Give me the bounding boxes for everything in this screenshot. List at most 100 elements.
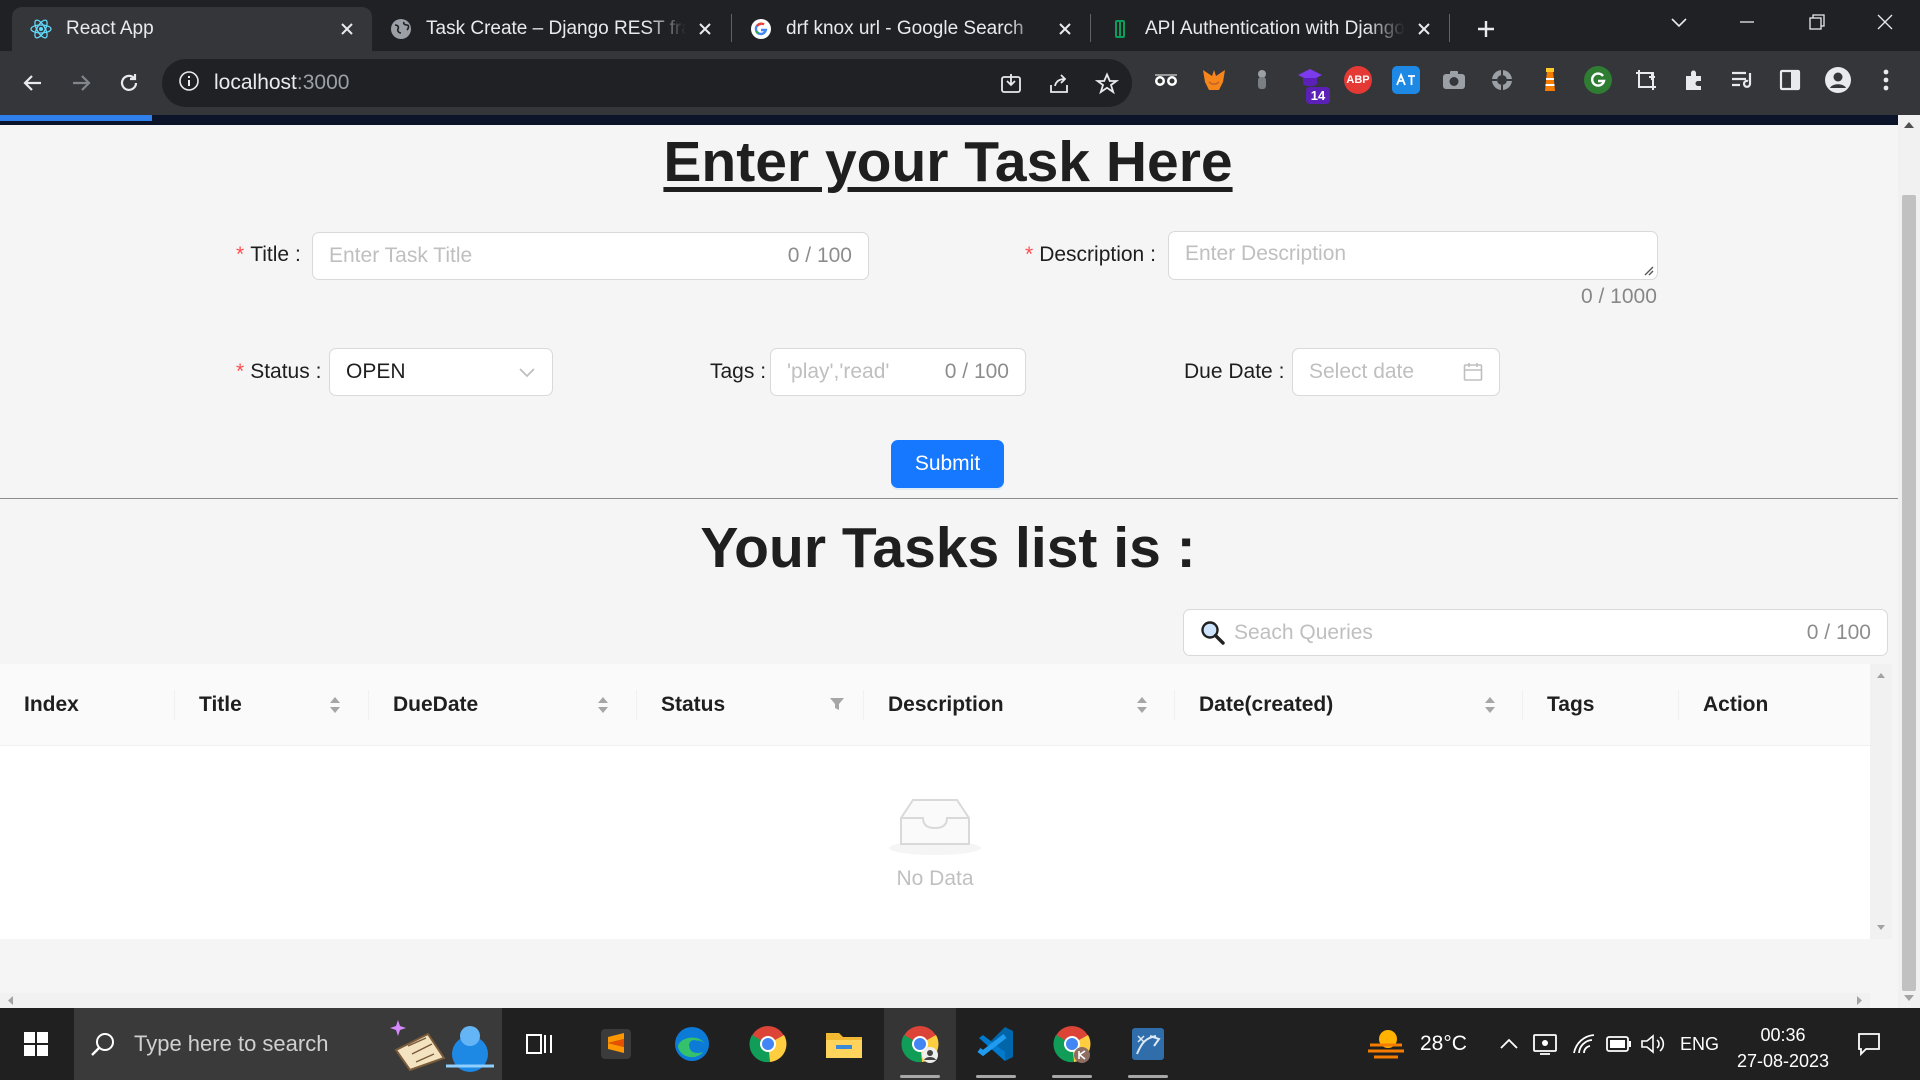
more-menu-icon[interactable]	[1872, 66, 1900, 94]
forward-arrow-icon[interactable]	[61, 63, 101, 103]
scroll-right-arrow-icon[interactable]	[1852, 993, 1866, 1008]
sort-caret-icon[interactable]	[1136, 695, 1148, 715]
column-header-action: Action	[1679, 664, 1870, 746]
column-header-description[interactable]: Description	[864, 664, 1174, 746]
wifi-icon[interactable]	[1572, 1008, 1596, 1080]
side-panel-icon[interactable]	[1776, 66, 1804, 94]
camera-extension-icon[interactable]	[1440, 66, 1468, 94]
page-vertical-scrollbar[interactable]	[1898, 115, 1920, 1008]
weather-widget[interactable]: 28°C	[1366, 1008, 1467, 1080]
table-vertical-scrollbar[interactable]	[1870, 664, 1892, 939]
scroll-down-arrow-icon[interactable]	[1898, 990, 1920, 1006]
chrome-profile-icon[interactable]	[884, 1008, 956, 1080]
lighthouse-extension-icon[interactable]	[1536, 66, 1564, 94]
empty-state-text: No Data	[896, 867, 974, 890]
close-tab-icon[interactable]	[694, 18, 716, 40]
taskbar-search-box[interactable]: Type here to search	[74, 1008, 502, 1080]
bookmark-star-icon[interactable]	[1094, 71, 1120, 97]
metamask-fox-icon[interactable]	[1200, 66, 1228, 94]
description-textarea[interactable]: Enter Description	[1168, 231, 1658, 280]
tab-search-chevron-down-icon[interactable]	[1644, 0, 1714, 44]
input-language-indicator[interactable]: ENG	[1680, 1008, 1719, 1080]
sort-caret-icon[interactable]	[597, 695, 609, 715]
search-input[interactable]: Seach Queries 0 / 100	[1183, 609, 1888, 656]
notification-center-icon[interactable]	[1856, 1008, 1882, 1080]
resize-grip-icon[interactable]	[1641, 263, 1655, 277]
window-close-icon[interactable]	[1850, 0, 1920, 44]
volume-speaker-icon[interactable]	[1640, 1008, 1666, 1080]
translate-extension-icon[interactable]	[1392, 66, 1420, 94]
status-select[interactable]: OPEN	[329, 348, 553, 396]
badge-extension-icon[interactable]	[1488, 66, 1516, 94]
search-placeholder: Seach Queries	[1234, 620, 1373, 644]
sort-caret-icon[interactable]	[1484, 695, 1496, 715]
tags-label-text: Tags	[710, 360, 755, 383]
chrome-icon[interactable]	[732, 1008, 804, 1080]
task-view-icon[interactable]	[504, 1008, 576, 1080]
scroll-up-arrow-icon[interactable]	[1870, 668, 1892, 682]
screenshot-crop-icon[interactable]	[1632, 66, 1660, 94]
file-explorer-folder-icon[interactable]	[808, 1008, 880, 1080]
horizontal-scrollbar[interactable]	[0, 993, 1870, 1008]
column-header-title[interactable]: Title	[175, 664, 368, 746]
battery-icon[interactable]	[1606, 1008, 1632, 1080]
site-info-icon[interactable]	[178, 70, 200, 97]
new-tab-button[interactable]	[1468, 11, 1504, 47]
restore-icon[interactable]	[1782, 0, 1852, 44]
scroll-up-arrow-icon[interactable]	[1898, 117, 1920, 133]
scroll-left-arrow-icon[interactable]	[4, 993, 18, 1008]
show-hidden-icons-chevron-up-icon[interactable]	[1498, 1008, 1520, 1080]
task-form-heading: Enter your Task Here	[663, 130, 1233, 194]
database-workbench-icon[interactable]	[1112, 1008, 1184, 1080]
start-windows-icon[interactable]	[0, 1008, 72, 1080]
cup-extension-icon[interactable]	[1248, 66, 1276, 94]
hazy-weather-icon	[1368, 1030, 1404, 1059]
extensions-puzzle-icon[interactable]	[1680, 66, 1708, 94]
task-list-heading: Your Tasks list is :	[700, 516, 1196, 580]
vscode-icon[interactable]	[960, 1008, 1032, 1080]
close-tab-icon[interactable]	[1054, 18, 1076, 40]
scroll-down-arrow-icon[interactable]	[1870, 921, 1892, 935]
profile-avatar-icon[interactable]	[1824, 66, 1852, 94]
close-tab-icon[interactable]	[336, 18, 358, 40]
minimize-icon[interactable]	[1712, 0, 1782, 44]
filter-funnel-icon[interactable]	[829, 696, 845, 712]
share-icon[interactable]	[1046, 71, 1072, 97]
column-label: Title	[199, 693, 242, 716]
browser-tab-react-app[interactable]: React App	[12, 7, 372, 51]
loading-progress-fill	[0, 115, 152, 121]
browser-tab-api-auth[interactable]: API Authentication with Django Knox	[1091, 7, 1449, 51]
media-queue-icon[interactable]	[1728, 66, 1756, 94]
column-header-date-created[interactable]: Date(created)	[1175, 664, 1522, 746]
description-placeholder: Enter Description	[1185, 242, 1347, 265]
device-status-icon[interactable]	[1532, 1008, 1558, 1080]
browser-tab-google-search[interactable]: drf knox url - Google Search	[732, 7, 1090, 51]
install-app-icon[interactable]	[998, 71, 1024, 97]
edge-browser-icon[interactable]	[656, 1008, 728, 1080]
sort-caret-icon[interactable]	[329, 695, 341, 715]
address-bar[interactable]: localhost:3000	[162, 59, 1132, 107]
column-header-duedate[interactable]: DueDate	[369, 664, 636, 746]
browser-tab-task-create[interactable]: Task Create – Django REST framework	[372, 7, 730, 51]
taskbar-search-placeholder: Type here to search	[134, 1031, 329, 1056]
browser-tab-strip: React App Task Create – Django REST fram…	[0, 0, 1920, 51]
adblock-plus-icon[interactable]: ABP	[1344, 66, 1372, 94]
column-header-status[interactable]: Status	[637, 664, 863, 746]
back-arrow-icon[interactable]	[13, 63, 53, 103]
sublime-text-icon[interactable]	[580, 1008, 652, 1080]
table-header: Index Title DueDate Status Description D…	[0, 664, 1870, 746]
scrollbar-thumb[interactable]	[1902, 195, 1916, 991]
tags-input[interactable]: 'play','read' 0 / 100	[770, 348, 1026, 396]
globe-icon	[390, 18, 412, 40]
chrome-profile-k-icon[interactable]	[1036, 1008, 1108, 1080]
google-icon	[750, 18, 772, 40]
due-date-picker[interactable]: Select date	[1292, 348, 1500, 396]
grammarly-extension-icon[interactable]	[1584, 66, 1612, 94]
submit-button[interactable]: Submit	[891, 440, 1004, 488]
glasses-extension-icon[interactable]	[1152, 66, 1180, 94]
title-input[interactable]: Enter Task Title 0 / 100	[312, 232, 869, 280]
reload-icon[interactable]	[109, 63, 149, 103]
description-label-text: Description	[1039, 243, 1145, 266]
close-tab-icon[interactable]	[1413, 18, 1435, 40]
system-clock[interactable]: 00:36 27-08-2023	[1718, 1022, 1848, 1074]
